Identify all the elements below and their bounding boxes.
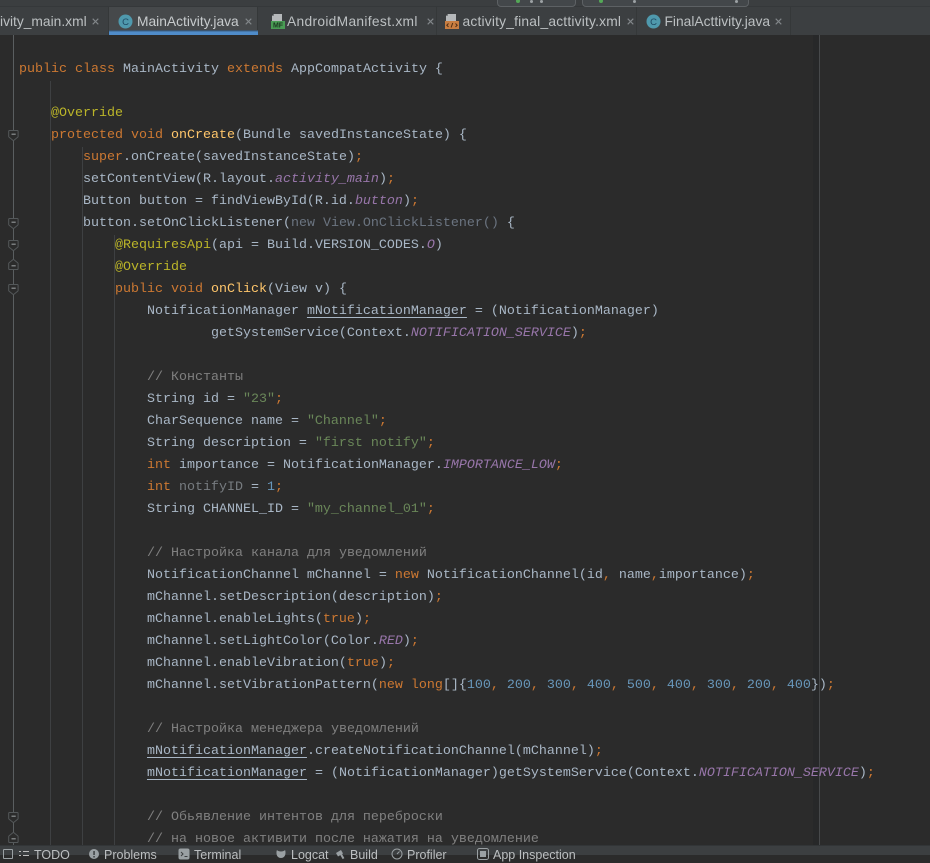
svg-text:MF: MF [273,22,284,29]
svg-text:C: C [650,17,657,28]
svg-text:C: C [122,17,129,28]
